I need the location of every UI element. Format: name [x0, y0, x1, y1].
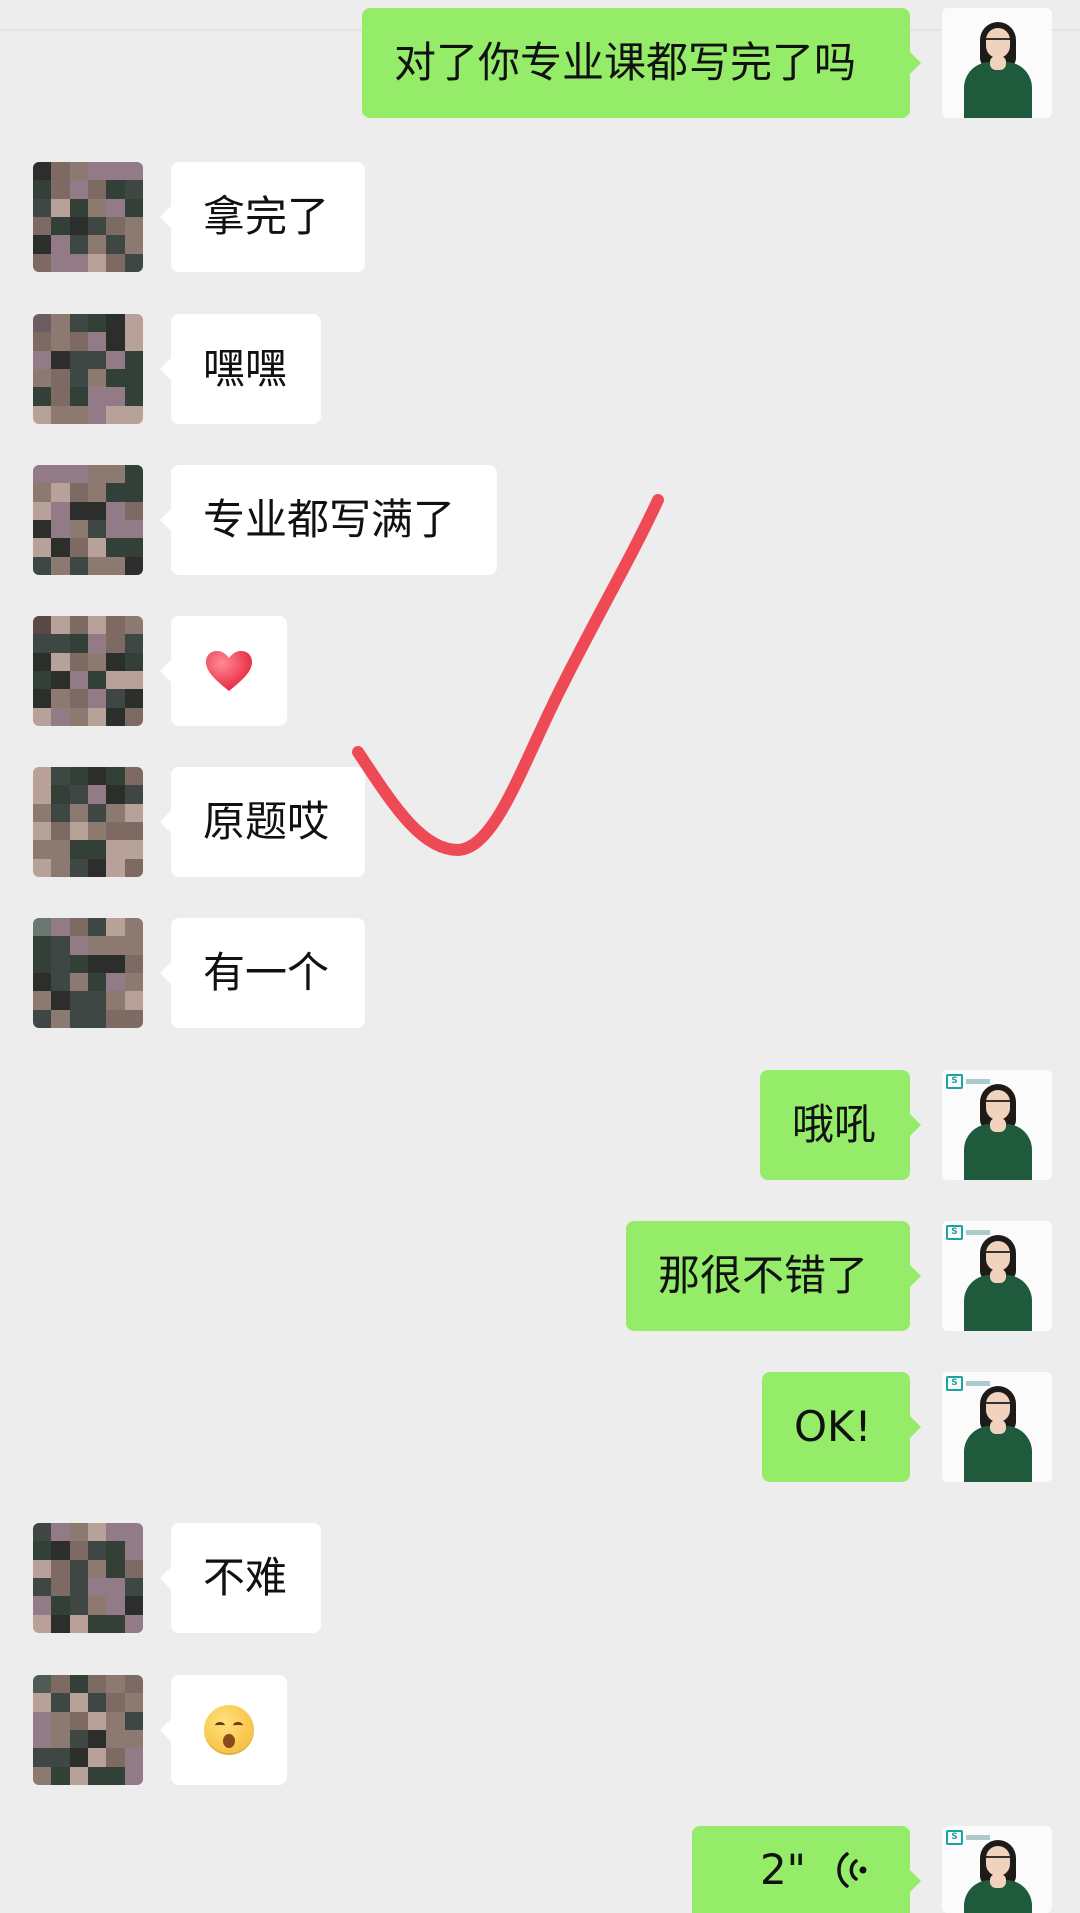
message-text: 不难 — [203, 1553, 288, 1602]
pixelated-avatar-icon — [33, 918, 143, 1028]
pixelated-avatar-icon — [33, 314, 143, 424]
contact-avatar[interactable] — [33, 1675, 143, 1785]
teacher-avatar-icon — [942, 8, 1052, 118]
teacher-avatar-icon: S — [942, 1826, 1052, 1913]
message-text: 嘿嘿 — [203, 344, 288, 393]
sent-bubble[interactable]: 对了你专业课都写完了吗 — [362, 8, 921, 118]
contact-avatar[interactable] — [33, 162, 143, 272]
received-bubble[interactable] — [160, 1675, 287, 1785]
message-text: 对了你专业课都写完了吗 — [394, 38, 857, 87]
sent-bubble[interactable]: 哦吼 — [760, 1070, 921, 1180]
self-avatar[interactable] — [942, 8, 1052, 118]
message-text: 拿完了 — [203, 192, 330, 241]
heart-icon — [206, 651, 252, 691]
contact-avatar[interactable] — [33, 314, 143, 424]
self-avatar[interactable]: S — [942, 1372, 1052, 1482]
pixelated-avatar-icon — [33, 465, 143, 575]
teacher-avatar-icon: S — [942, 1221, 1052, 1331]
voice-message-bubble[interactable]: 2" — [692, 1826, 921, 1913]
received-bubble[interactable]: 不难 — [160, 1523, 321, 1633]
contact-avatar[interactable] — [33, 1523, 143, 1633]
self-avatar[interactable]: S — [942, 1826, 1052, 1913]
received-bubble[interactable]: 有一个 — [160, 918, 365, 1028]
message-text: 那很不错了 — [658, 1251, 869, 1300]
pixelated-avatar-icon — [33, 1523, 143, 1633]
kissing-face-icon — [204, 1705, 254, 1755]
teacher-avatar-icon: S — [942, 1372, 1052, 1482]
contact-avatar[interactable] — [33, 918, 143, 1028]
voice-wave-icon — [837, 1851, 867, 1888]
contact-avatar[interactable] — [33, 616, 143, 726]
message-text: OK! — [794, 1402, 872, 1451]
message-text: 专业都写满了 — [203, 495, 456, 544]
received-bubble[interactable] — [160, 616, 287, 726]
self-avatar[interactable]: S — [942, 1070, 1052, 1180]
contact-avatar[interactable] — [33, 465, 143, 575]
message-text: 原题哎 — [203, 797, 330, 846]
message-text: 哦吼 — [792, 1100, 877, 1149]
received-bubble[interactable]: 原题哎 — [160, 767, 365, 877]
teacher-avatar-icon: S — [942, 1070, 1052, 1180]
voice-duration: 2" — [759, 1844, 806, 1894]
received-bubble[interactable]: 嘿嘿 — [160, 314, 321, 424]
pixelated-avatar-icon — [33, 616, 143, 726]
contact-avatar[interactable] — [33, 767, 143, 877]
sent-bubble[interactable]: OK! — [762, 1372, 921, 1482]
message-text: 有一个 — [203, 948, 330, 997]
received-bubble[interactable]: 专业都写满了 — [160, 465, 497, 575]
self-avatar[interactable]: S — [942, 1221, 1052, 1331]
red-checkmark-icon — [352, 494, 664, 856]
sent-bubble[interactable]: 那很不错了 — [626, 1221, 921, 1331]
pixelated-avatar-icon — [33, 1675, 143, 1785]
pixelated-avatar-icon — [33, 162, 143, 272]
pixelated-avatar-icon — [33, 767, 143, 877]
received-bubble[interactable]: 拿完了 — [160, 162, 365, 272]
